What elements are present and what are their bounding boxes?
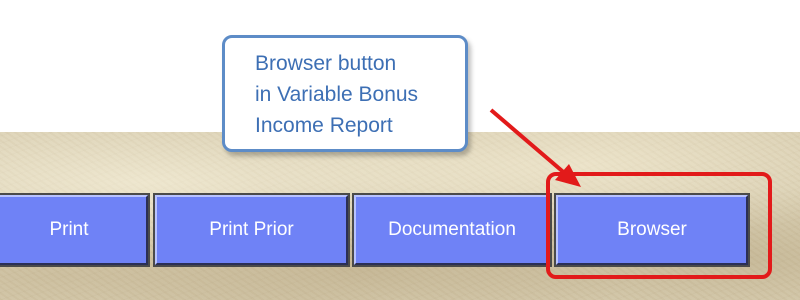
annotation-callout: Browser button in Variable Bonus Income … (222, 35, 468, 152)
print-prior-button[interactable]: Print Prior (155, 195, 348, 265)
browser-button[interactable]: Browser (556, 195, 748, 265)
callout-line: Browser button (255, 52, 397, 75)
callout-line: Income Report (255, 114, 393, 137)
report-toolbar: Print Print Prior Documentation Browser (0, 195, 800, 267)
callout-line: in Variable Bonus (255, 83, 419, 106)
documentation-button[interactable]: Documentation (354, 195, 550, 265)
print-button[interactable]: Print (0, 195, 148, 265)
